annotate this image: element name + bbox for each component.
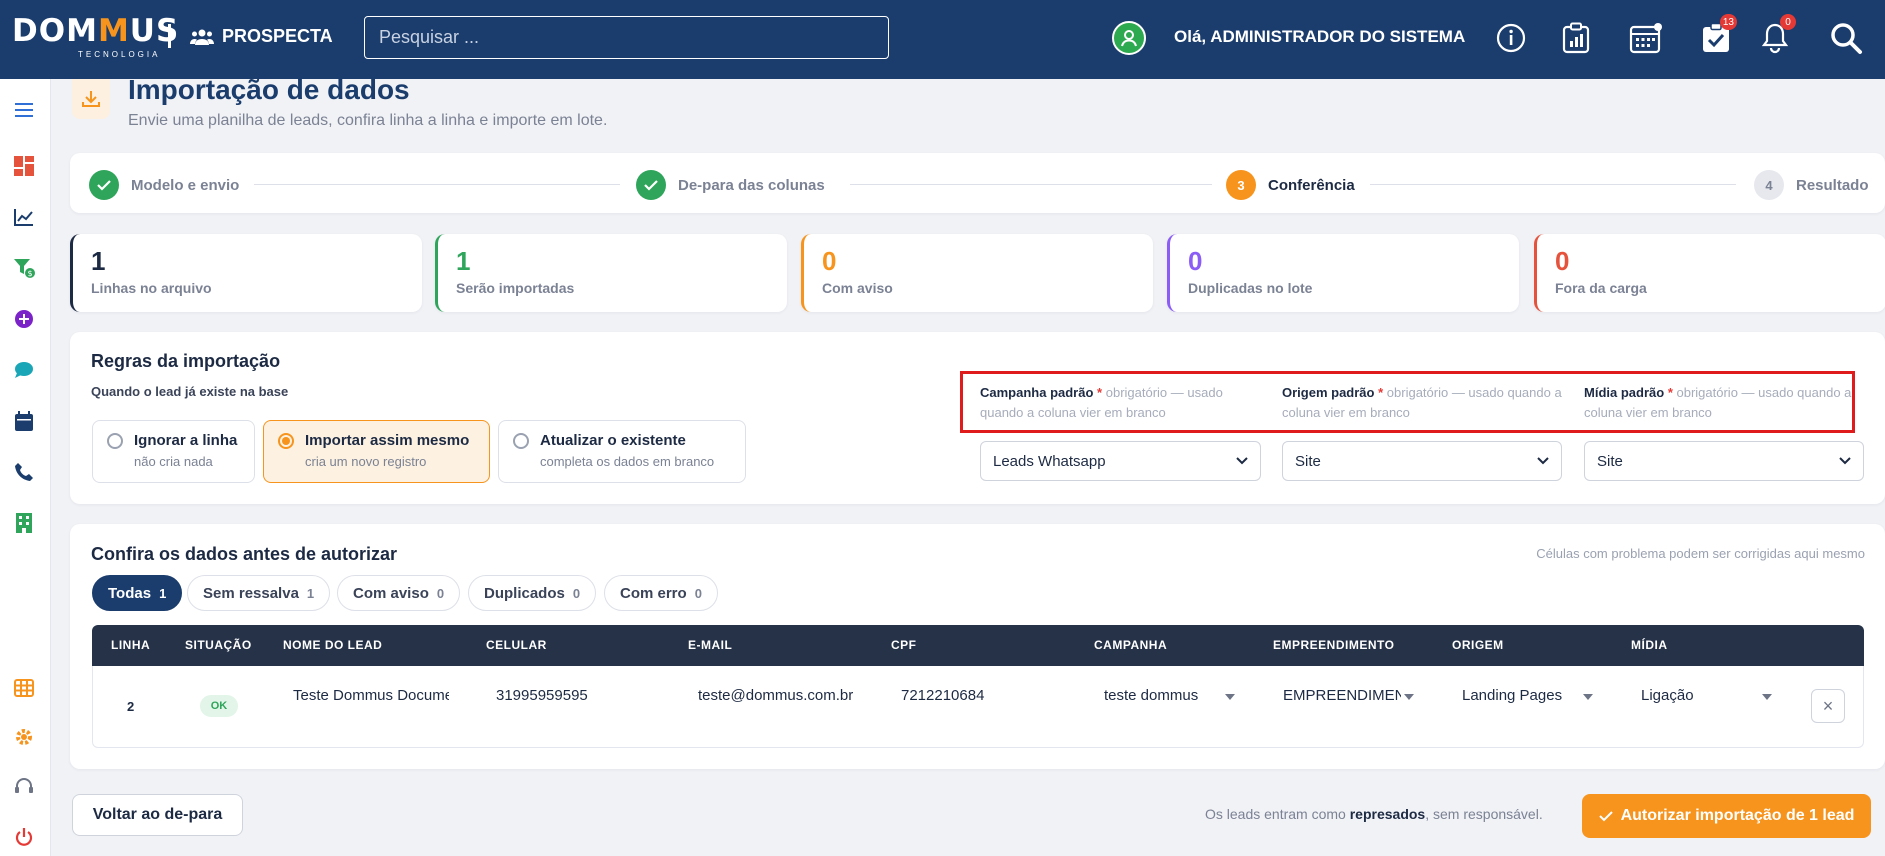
user-icon <box>1121 30 1137 47</box>
chevron-down-icon[interactable] <box>1404 694 1414 700</box>
cell-celular[interactable]: 31995959595 <box>496 687 676 704</box>
building-icon[interactable] <box>12 511 36 535</box>
header-separator <box>168 24 171 48</box>
option-atualizar[interactable]: Atualizar o existente completa os dados e… <box>498 420 746 483</box>
cell-nome[interactable]: Teste Dommus Documentos <box>293 687 449 704</box>
sidebar: $ <box>0 79 51 856</box>
phone-icon[interactable] <box>12 460 36 484</box>
option-importar[interactable]: Importar assim mesmo cria um novo registr… <box>263 420 490 483</box>
review-title: Confira os dados antes de autorizar <box>91 544 398 564</box>
module-name[interactable]: PROSPECTA <box>190 26 333 47</box>
chevron-down-icon <box>1839 457 1851 465</box>
chevron-down-icon[interactable] <box>1762 694 1772 700</box>
import-stepper: Modelo e envio De-para das colunas 3 Con… <box>70 153 1885 213</box>
user-greeting[interactable]: Olá, ADMINISTRADOR DO SISTEMA <box>1174 27 1465 47</box>
bell-icon[interactable]: 0 <box>1758 14 1796 56</box>
stat-linhas-arquivo: 1 Linhas no arquivo <box>70 234 422 312</box>
menu-icon[interactable] <box>12 98 36 122</box>
stat-com-aviso: 0 Com aviso <box>801 234 1153 312</box>
power-icon[interactable] <box>12 825 36 849</box>
step-connector <box>850 184 1212 185</box>
chat-icon[interactable] <box>12 358 36 382</box>
headset-icon[interactable] <box>12 774 36 798</box>
table-row <box>92 666 1864 748</box>
step-conferencia[interactable]: 3 Conferência <box>1226 170 1355 200</box>
check-icon <box>1598 811 1613 822</box>
dommus-logo[interactable]: DOMMUS TECNOLOGIA <box>12 14 178 60</box>
check-icon <box>89 170 119 200</box>
chevron-down-icon <box>1537 457 1549 465</box>
remove-row-button[interactable]: × <box>1811 689 1845 723</box>
campanha-padrao-select[interactable]: Leads Whatsapp <box>980 441 1261 481</box>
avatar[interactable] <box>1112 21 1146 55</box>
rules-question: Quando o lead já existe na base <box>91 384 289 399</box>
midia-padrao-label: Mídia padrão * obrigatório — usado quand… <box>1584 385 1852 420</box>
authorize-import-button[interactable]: Autorizar importação de 1 lead <box>1582 794 1871 838</box>
gear-icon[interactable] <box>12 725 36 749</box>
rules-title: Regras da importação <box>91 351 281 371</box>
plus-circle-icon[interactable] <box>12 307 36 331</box>
cell-linha: 2 <box>127 699 135 714</box>
chevron-down-icon[interactable] <box>1225 694 1235 700</box>
campanha-padrao-label: Campanha padrão * obrigatório — usado qu… <box>980 385 1223 420</box>
clipboard-chart-icon[interactable] <box>1559 20 1593 56</box>
download-icon <box>72 79 110 119</box>
status-badge: OK <box>200 695 238 717</box>
cell-empreendimento[interactable]: EMPREENDIMENTO <box>1283 687 1401 704</box>
step-connector <box>1370 184 1736 185</box>
top-bar: DOMMUS TECNOLOGIA PROSPECTA Olá, ADMINIS… <box>0 0 1885 79</box>
cell-cpf[interactable]: 7212210684 <box>901 687 1081 704</box>
calendar-icon[interactable] <box>1629 20 1663 56</box>
cell-email[interactable]: teste@dommus.com.br <box>698 687 855 704</box>
chevron-down-icon <box>1236 457 1248 465</box>
svg-text:$: $ <box>28 269 33 278</box>
origem-padrao-label: Origem padrão * obrigatório — usado quan… <box>1282 385 1562 420</box>
filter-sem-ressalva[interactable]: Sem ressalva 1 <box>187 575 331 611</box>
back-button[interactable]: Voltar ao de-para <box>72 794 243 836</box>
grid-table-icon[interactable] <box>12 676 36 700</box>
origem-padrao-select[interactable]: Site <box>1282 441 1562 481</box>
step-connector <box>254 184 620 185</box>
stat-duplicadas: 0 Duplicadas no lote <box>1167 234 1519 312</box>
stat-serao-importadas: 1 Serão importadas <box>435 234 787 312</box>
footer-note: Os leads entram como represados, sem res… <box>1205 806 1543 822</box>
cell-campanha[interactable]: teste dommus <box>1104 687 1224 704</box>
review-hint: Células com problema podem ser corrigida… <box>1536 546 1865 561</box>
filter-com-erro[interactable]: Com erro 0 <box>604 575 718 611</box>
step-de-para[interactable]: De-para das colunas <box>636 170 825 200</box>
cell-origem[interactable]: Landing Pages <box>1462 687 1582 704</box>
table-header: LINHA SITUAÇÃO NOME DO LEAD CELULAR E-MA… <box>92 625 1864 666</box>
filter-com-aviso[interactable]: Com aviso 0 <box>337 575 461 611</box>
calendar-sidebar-icon[interactable] <box>12 409 36 433</box>
stat-fora-carga: 0 Fora da carga <box>1534 234 1885 312</box>
users-icon <box>190 29 214 45</box>
step-modelo-envio[interactable]: Modelo e envio <box>89 170 239 200</box>
midia-padrao-select[interactable]: Site <box>1584 441 1864 481</box>
radio[interactable] <box>107 433 123 449</box>
step-resultado[interactable]: 4 Resultado <box>1754 170 1869 200</box>
page-title: Importação de dados <box>128 74 410 105</box>
close-icon: × <box>1822 695 1834 716</box>
chevron-down-icon[interactable] <box>1583 694 1593 700</box>
tasks-icon[interactable]: 13 <box>1699 14 1737 56</box>
check-icon <box>636 170 666 200</box>
funnel-money-icon[interactable]: $ <box>12 256 36 280</box>
page-subtitle: Envie uma planilha de leads, confira lin… <box>128 112 608 129</box>
info-icon[interactable] <box>1494 20 1528 56</box>
radio-selected[interactable] <box>278 433 294 449</box>
filter-duplicados[interactable]: Duplicados 0 <box>468 575 597 611</box>
search-input[interactable] <box>364 16 889 59</box>
dashboard-icon[interactable] <box>12 154 36 178</box>
cell-midia[interactable]: Ligação <box>1641 687 1761 704</box>
radio[interactable] <box>513 433 529 449</box>
tasks-badge: 13 <box>1719 14 1737 30</box>
filter-todas[interactable]: Todas 1 <box>92 575 183 611</box>
chart-line-icon[interactable] <box>12 205 36 229</box>
option-ignorar[interactable]: Ignorar a linha não cria nada <box>92 420 255 483</box>
notifications-badge: 0 <box>1780 14 1796 30</box>
search-icon[interactable] <box>1829 20 1863 56</box>
